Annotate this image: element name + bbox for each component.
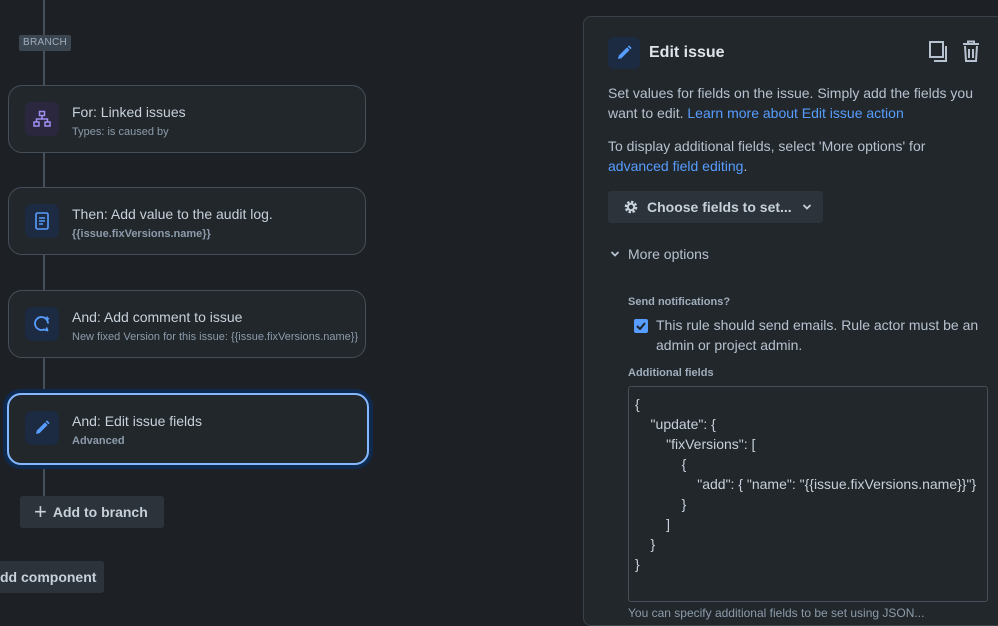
learn-more-link[interactable]: Learn more about Edit issue action bbox=[687, 105, 903, 121]
panel-description: Set values for fields on the issue. Simp… bbox=[608, 83, 988, 123]
add-component-button[interactable]: dd component bbox=[0, 561, 104, 593]
add-component-label: dd component bbox=[0, 569, 97, 585]
json-line: "update": { bbox=[635, 416, 716, 432]
footer-help-text: You can specify additional fields to be … bbox=[628, 606, 925, 620]
additional-info: To display additional fields, select 'Mo… bbox=[608, 136, 988, 176]
card-title: And: Add comment to issue bbox=[72, 309, 243, 325]
hierarchy-icon bbox=[25, 102, 59, 136]
pencil-icon bbox=[25, 411, 59, 445]
card-title: For: Linked issues bbox=[72, 104, 186, 120]
card-subtitle: {{issue.fixVersions.name}} bbox=[72, 228, 211, 240]
edit-issue-pencil-icon bbox=[608, 37, 640, 69]
document-icon bbox=[25, 204, 59, 238]
card-title: And: Edit issue fields bbox=[72, 413, 202, 429]
json-line: { bbox=[635, 396, 640, 412]
json-line: } bbox=[635, 556, 640, 572]
panel-title: Edit issue bbox=[649, 44, 725, 61]
json-line: { bbox=[635, 456, 687, 472]
card-add-comment[interactable]: And: Add comment to issue New fixed Vers… bbox=[8, 290, 366, 358]
add-to-branch-label: Add to branch bbox=[52, 504, 148, 520]
card-subtitle: Types: is caused by bbox=[72, 126, 169, 138]
checkbox-text-line-2: admin or project admin. bbox=[656, 337, 803, 353]
delete-icon[interactable] bbox=[960, 39, 982, 63]
checkbox-text-line-1: This rule should send emails. Rule actor… bbox=[656, 317, 979, 333]
additional-fields-textarea[interactable]: { "update": { "fixVersions": [ { "add": … bbox=[628, 386, 988, 602]
branch-tag: BRANCH bbox=[19, 35, 72, 51]
additional-info-line-1: To display additional fields, select 'Mo… bbox=[608, 138, 926, 154]
gear-icon bbox=[622, 198, 640, 216]
send-emails-checkbox[interactable] bbox=[634, 319, 648, 333]
card-linked-issues[interactable]: For: Linked issues Types: is caused by bbox=[8, 85, 366, 153]
card-subtitle: Advanced bbox=[72, 435, 125, 447]
chevron-down-icon bbox=[610, 250, 620, 258]
chevron-down-icon bbox=[802, 203, 812, 211]
check-icon bbox=[636, 322, 646, 330]
additional-fields-label: Additional fields bbox=[628, 367, 714, 379]
additional-info-line-2: advanced field editing. bbox=[608, 158, 748, 174]
more-options-toggle[interactable]: More options bbox=[610, 246, 709, 262]
plus-icon: + bbox=[34, 499, 47, 524]
json-line: "add": { "name": "{{issue.fixVersions.na… bbox=[635, 476, 977, 492]
json-line: } bbox=[635, 496, 687, 512]
card-subtitle: New fixed Version for this issue: {{issu… bbox=[72, 331, 359, 343]
card-edit-issue-fields[interactable]: And: Edit issue fields Advanced bbox=[7, 393, 369, 465]
card-title: Then: Add value to the audit log. bbox=[72, 206, 273, 222]
json-line: } bbox=[635, 536, 656, 552]
json-line: ] bbox=[635, 516, 671, 532]
description-line-2: want to edit. Learn more about Edit issu… bbox=[608, 105, 904, 121]
description-line-1: Set values for fields on the issue. Simp… bbox=[608, 85, 973, 101]
more-options-label: More options bbox=[628, 246, 709, 262]
advanced-field-editing-link[interactable]: advanced field editing bbox=[608, 158, 743, 174]
choose-fields-label: Choose fields to set... bbox=[647, 199, 792, 215]
add-to-branch-button[interactable]: + Add to branch bbox=[20, 496, 164, 528]
send-notifications-label: Send notifications? bbox=[628, 296, 731, 308]
choose-fields-button[interactable]: Choose fields to set... bbox=[608, 191, 823, 223]
duplicate-icon[interactable] bbox=[927, 40, 949, 64]
send-emails-text: This rule should send emails. Rule actor… bbox=[656, 315, 986, 355]
card-audit-log[interactable]: Then: Add value to the audit log. {{issu… bbox=[8, 187, 366, 255]
json-line: "fixVersions": [ bbox=[635, 436, 756, 452]
comment-add-icon bbox=[25, 307, 59, 341]
